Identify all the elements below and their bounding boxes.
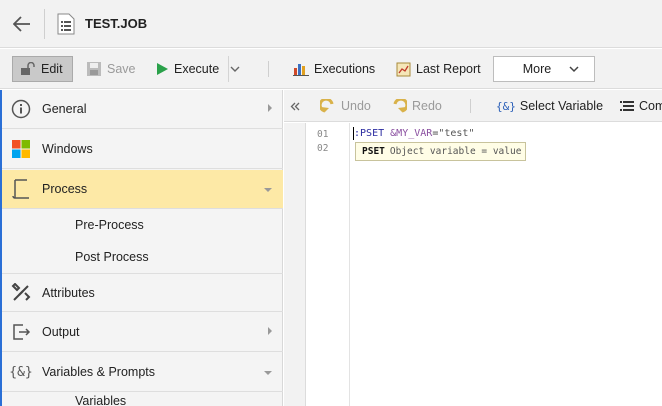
code-variable: &MY_VAR bbox=[390, 128, 433, 139]
redo-button[interactable]: Redo bbox=[391, 96, 442, 116]
double-chevron-left-icon bbox=[290, 102, 300, 110]
redo-label: Redo bbox=[412, 99, 442, 113]
code-line-1: :PSET &MY_VAR="test" bbox=[354, 128, 474, 139]
report-icon bbox=[396, 62, 411, 76]
sidebar-item-label: Process bbox=[42, 182, 88, 196]
unlock-icon bbox=[21, 62, 35, 75]
undo-icon bbox=[320, 99, 334, 113]
sidebar-item-windows[interactable]: Windows bbox=[0, 130, 283, 169]
output-icon bbox=[10, 321, 32, 343]
save-button[interactable]: Save bbox=[86, 56, 136, 82]
select-variable-button[interactable]: {&} Select Variable bbox=[496, 96, 603, 116]
sidebar-subitem-label: Post Process bbox=[75, 250, 149, 264]
sidebar-item-label: Attributes bbox=[42, 285, 95, 300]
comment-label: Com bbox=[639, 99, 662, 113]
sidebar-item-label: Windows bbox=[42, 142, 93, 156]
title-separator bbox=[44, 8, 45, 39]
edit-button[interactable]: Edit bbox=[12, 56, 73, 82]
save-label: Save bbox=[107, 62, 136, 76]
line-number: 02 bbox=[317, 143, 329, 154]
sidebar-item-variables-prompts[interactable]: {&} Variables & Prompts bbox=[0, 353, 283, 392]
sidebar-item-attributes[interactable]: Attributes bbox=[0, 273, 283, 312]
comment-button[interactable]: Com bbox=[620, 96, 662, 116]
last-report-label: Last Report bbox=[416, 62, 481, 76]
collapse-sidebar-button[interactable] bbox=[284, 90, 306, 122]
executions-label: Executions bbox=[314, 62, 376, 76]
process-icon bbox=[10, 178, 32, 200]
play-icon bbox=[157, 63, 168, 75]
more-dropdown[interactable]: More bbox=[493, 56, 595, 82]
sidebar-subitem-variables[interactable]: Variables bbox=[0, 394, 283, 406]
sidebar-subitem-label: Pre-Process bbox=[75, 218, 144, 232]
sidebar-item-label: General bbox=[42, 102, 87, 116]
chevron-down-icon bbox=[264, 188, 272, 192]
more-label: More bbox=[522, 62, 552, 76]
toolbar-divider bbox=[268, 61, 269, 77]
variable-braces-icon: {&} bbox=[496, 99, 516, 113]
page-title: TEST.JOB bbox=[85, 16, 148, 31]
code-keyword: PSET bbox=[360, 128, 385, 139]
info-icon bbox=[10, 98, 32, 120]
redo-icon bbox=[393, 99, 407, 113]
bar-chart-icon bbox=[293, 64, 309, 76]
executions-button[interactable]: Executions bbox=[293, 56, 375, 82]
sidebar-subitem-label: Variables bbox=[75, 394, 127, 406]
sidebar: General Windows Process Pre-Process Post… bbox=[0, 90, 283, 406]
undo-button[interactable]: Undo bbox=[320, 96, 371, 116]
sidebar-item-process[interactable]: Process bbox=[0, 170, 283, 209]
line-number: 01 bbox=[317, 129, 329, 140]
execute-button[interactable]: Execute bbox=[155, 56, 219, 82]
chevron-down-icon bbox=[569, 66, 579, 73]
sidebar-item-general[interactable]: General bbox=[0, 90, 283, 129]
main-toolbar: Edit Save Execute Executions Last Report… bbox=[0, 49, 662, 89]
window-edge-accent bbox=[0, 90, 2, 406]
windows-logo-icon bbox=[10, 138, 32, 160]
editor-toolbar: Undo Redo {&} Select Variable Com bbox=[284, 90, 662, 122]
autocomplete-tooltip: PSET Object variable = value bbox=[355, 142, 526, 161]
code-string: "test" bbox=[438, 128, 475, 139]
chevron-down-icon bbox=[264, 371, 272, 375]
tooltip-signature: Object variable = value bbox=[389, 146, 522, 157]
chevron-right-icon bbox=[268, 327, 272, 335]
sidebar-subitem-pre-process[interactable]: Pre-Process bbox=[0, 209, 283, 241]
title-bar: TEST.JOB bbox=[0, 0, 662, 48]
execute-options-button[interactable] bbox=[228, 56, 246, 82]
job-file-icon bbox=[57, 13, 75, 34]
select-variable-label: Select Variable bbox=[519, 99, 604, 113]
sidebar-item-label: Variables & Prompts bbox=[42, 365, 156, 379]
variables-icon: {&} bbox=[9, 364, 33, 380]
editor-toolbar-divider bbox=[470, 99, 471, 113]
code-editor[interactable]: :PSET &MY_VAR="test" bbox=[351, 123, 662, 406]
sidebar-item-output[interactable]: Output bbox=[0, 313, 283, 352]
arrow-left-icon bbox=[13, 15, 30, 32]
editor-side-strip bbox=[284, 123, 306, 406]
save-icon bbox=[87, 62, 101, 76]
tooltip-keyword: PSET bbox=[362, 146, 385, 157]
sidebar-subitem-post-process[interactable]: Post Process bbox=[0, 241, 283, 273]
chevron-down-icon bbox=[230, 66, 240, 72]
comment-lines-icon bbox=[620, 101, 634, 111]
edit-label: Edit bbox=[41, 62, 63, 76]
last-report-button[interactable]: Last Report bbox=[396, 56, 481, 82]
undo-label: Undo bbox=[341, 99, 371, 113]
execute-label: Execute bbox=[174, 62, 220, 76]
sidebar-item-label: Output bbox=[42, 325, 80, 339]
back-button[interactable] bbox=[0, 0, 44, 48]
tools-icon bbox=[10, 282, 32, 304]
chevron-right-icon bbox=[268, 104, 272, 112]
